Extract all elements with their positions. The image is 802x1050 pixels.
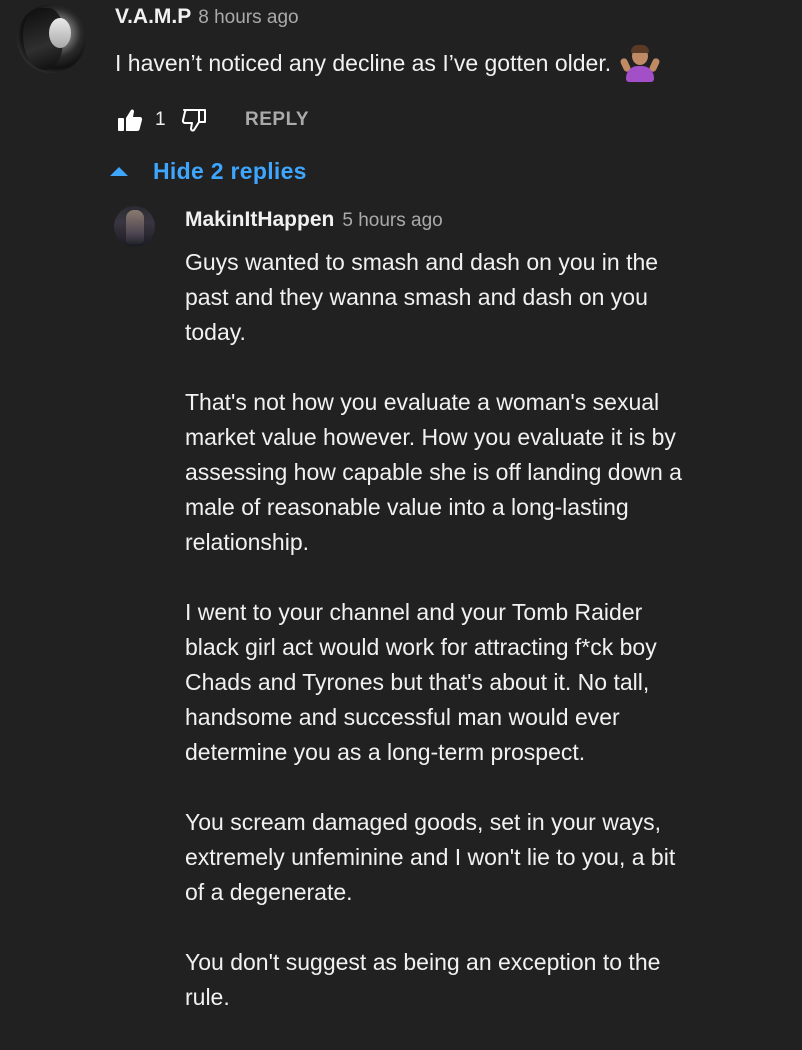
dislike-button[interactable] [179,105,209,135]
reply-avatar[interactable] [114,206,155,247]
reply-header: MakinItHappen 5 hours ago [185,208,443,236]
reply-button[interactable]: REPLY [245,109,309,131]
reply-paragraph: You don't suggest as being an exception … [185,945,745,1015]
like-button[interactable] [115,105,145,135]
reply-author[interactable]: MakinItHappen [185,208,334,232]
reply-line: relationship. [185,529,310,555]
reply-line: today. [185,319,246,345]
reply-line: market value however. How you evaluate i… [185,424,676,450]
thumbs-up-icon [118,109,143,131]
reply-paragraph: I went to your channel and your Tomb Rai… [185,595,745,770]
hide-replies-label: Hide 2 replies [153,157,307,184]
reply-line: black girl act would work for attracting… [185,634,657,660]
comment-text: I haven’t noticed any decline as I’ve go… [115,50,612,76]
reply-line: determine you as a long-term prospect. [185,739,586,765]
hide-replies-button[interactable]: Hide 2 replies [110,155,307,187]
reply-line: Chads and Tyrones but that's about it. N… [185,669,650,695]
reply-paragraph: That's not how you evaluate a woman's se… [185,385,745,560]
reply-line: You don't suggest as being an exception … [185,949,661,975]
comment-text-row: I haven’t noticed any decline as I’ve go… [115,44,661,82]
reply-line: past and they wanna smash and dash on yo… [185,284,648,310]
thumbs-down-icon [181,109,206,132]
reply-line: extremely unfeminine and I won't lie to … [185,844,676,870]
comment-timestamp[interactable]: 8 hours ago [198,7,298,29]
reply-line: of a degenerate. [185,879,353,905]
reply-line: handsome and successful man would ever [185,704,620,730]
reply-line: assessing how capable she is off landing… [185,459,682,485]
comment-actions: 1 REPLY [115,104,309,136]
reply-line: Guys wanted to smash and dash on you in … [185,249,659,275]
comment-header: V.A.M.P 8 hours ago [115,5,299,31]
reply-paragraph: Guys wanted to smash and dash on you in … [185,245,745,350]
shrug-emoji-icon [619,44,661,82]
reply-paragraph: You scream damaged goods, set in your wa… [185,805,745,910]
reply-line: I went to your channel and your Tomb Rai… [185,599,643,625]
avatar[interactable] [17,4,86,73]
reply-timestamp[interactable]: 5 hours ago [342,210,442,232]
reply-line: male of reasonable value into a long-las… [185,494,629,520]
like-count: 1 [155,109,166,130]
comment-author[interactable]: V.A.M.P [115,5,191,29]
caret-up-icon [110,166,128,176]
reply-line: rule. [185,984,230,1010]
reply-line: You scream damaged goods, set in your wa… [185,809,662,835]
reply-text: Guys wanted to smash and dash on you in … [185,245,745,1050]
reply-line: That's not how you evaluate a woman's se… [185,389,660,415]
